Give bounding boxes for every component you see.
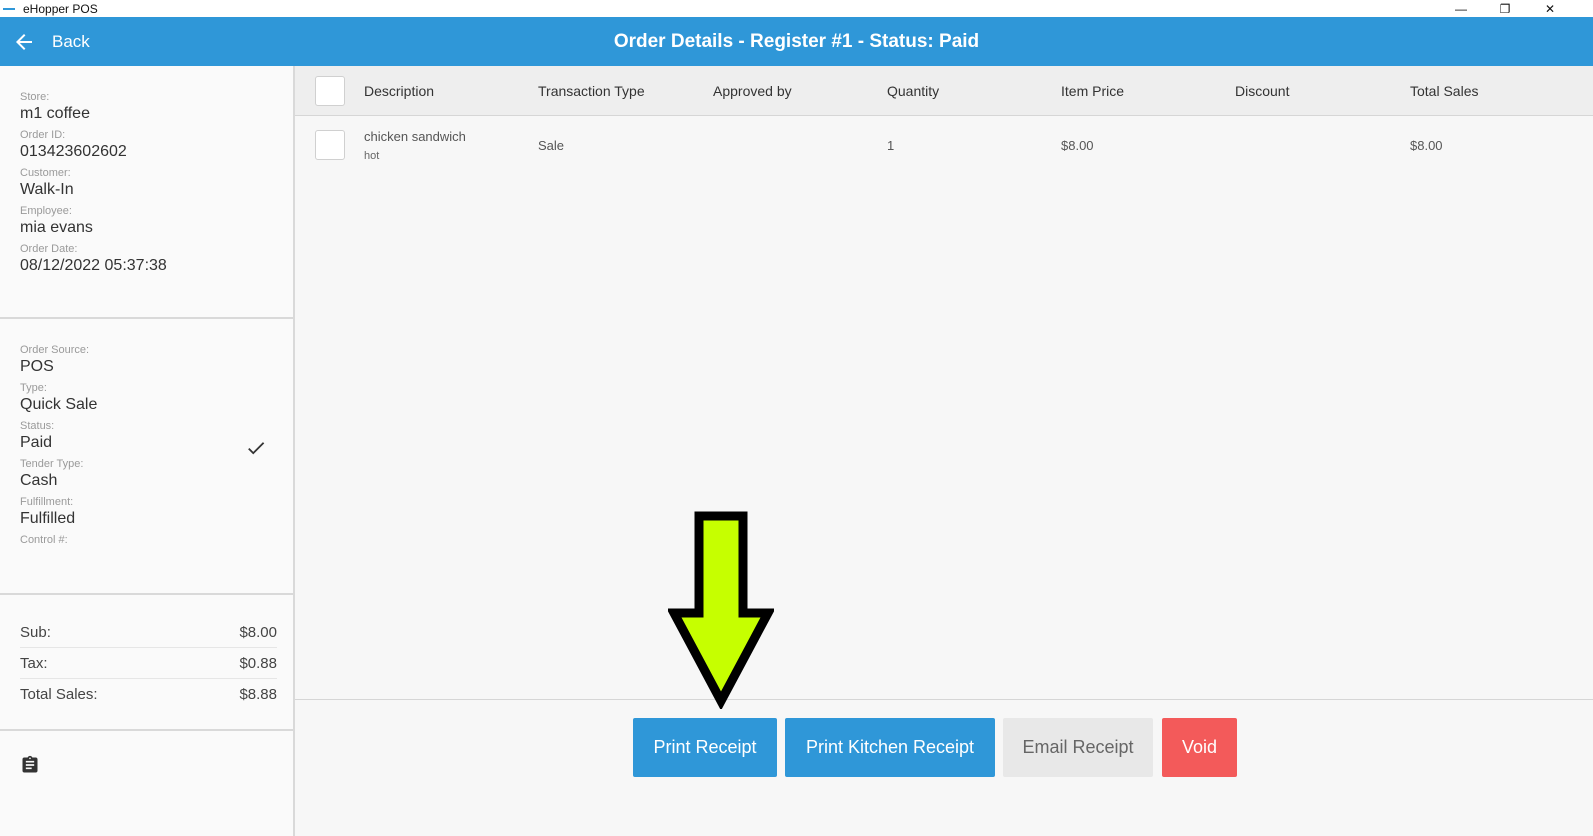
item-modifier: hot — [364, 150, 380, 162]
row-checkbox[interactable] — [315, 130, 345, 160]
column-header-item-price[interactable]: Item Price — [1061, 66, 1124, 116]
order-id-value: 013423602602 — [20, 143, 127, 160]
store-field: Store: m1 coffee — [20, 91, 273, 123]
employee-value: mia evans — [20, 219, 93, 236]
item-quantity: 1 — [887, 138, 895, 153]
type-value: Quick Sale — [20, 396, 98, 413]
column-header-description[interactable]: Description — [364, 66, 434, 116]
table-header: Description Transaction Type Approved by… — [295, 66, 1593, 116]
order-date-field: Order Date: 08/12/2022 05:37:38 — [20, 243, 273, 275]
page-title: Order Details - Register #1 - Status: Pa… — [613, 30, 980, 52]
print-kitchen-receipt-button[interactable]: Print Kitchen Receipt — [785, 718, 995, 777]
order-sidebar: Store: m1 coffee Order ID: 013423602602 … — [0, 66, 295, 836]
sidebar-divider — [0, 593, 295, 595]
employee-field: Employee: mia evans — [20, 205, 273, 237]
order-source-value: POS — [20, 358, 54, 375]
window-title: eHopper POS — [23, 1, 98, 16]
store-value: m1 coffee — [20, 105, 90, 122]
status-label: Status: — [20, 420, 55, 432]
type-field: Type: Quick Sale — [20, 382, 97, 414]
tax-value: $0.88 — [239, 654, 277, 672]
order-date-label: Order Date: — [20, 243, 78, 255]
app-icon — [3, 4, 17, 14]
back-button[interactable]: Back — [12, 17, 90, 66]
type-label: Type: — [20, 382, 47, 394]
fulfillment-field: Fulfillment: Fulfilled — [20, 496, 97, 528]
footer-divider — [295, 699, 1593, 700]
order-info-section: Store: m1 coffee Order ID: 013423602602 … — [0, 66, 293, 275]
os-title-bar: eHopper POS — ❐ ✕ — [0, 0, 1593, 17]
total-sales-label: Total Sales: — [20, 686, 98, 703]
order-meta-section: Order Source: POS Type: Quick Sale Statu… — [0, 319, 117, 553]
subtotal-value: $8.00 — [239, 623, 277, 641]
app-header: Back Order Details - Register #1 - Statu… — [0, 17, 1593, 66]
order-id-field: Order ID: 013423602602 — [20, 129, 273, 161]
column-header-total-sales[interactable]: Total Sales — [1410, 66, 1478, 116]
column-header-approved-by[interactable]: Approved by — [713, 66, 792, 116]
fulfillment-label: Fulfillment: — [20, 496, 74, 508]
clipboard-icon[interactable] — [20, 754, 40, 776]
status-value: Paid — [20, 434, 53, 451]
close-icon[interactable]: ✕ — [1527, 0, 1573, 17]
void-button[interactable]: Void — [1162, 718, 1237, 777]
maximize-icon[interactable]: ❐ — [1482, 0, 1528, 17]
column-header-quantity[interactable]: Quantity — [887, 66, 939, 116]
item-price: $8.00 — [1061, 138, 1094, 153]
subtotal-label: Sub: — [20, 623, 51, 641]
item-transaction-type: Sale — [538, 138, 565, 153]
tax-row: Tax: $0.88 — [20, 648, 277, 679]
total-sales-value: $8.88 — [239, 686, 277, 703]
customer-field: Customer: Walk-In — [20, 167, 273, 199]
item-total-sales: $8.00 — [1410, 138, 1443, 153]
fulfillment-value: Fulfilled — [20, 510, 76, 527]
total-sales-row: Total Sales: $8.88 — [20, 679, 277, 710]
subtotal-row: Sub: $8.00 — [20, 617, 277, 648]
control-number-field: Control #: — [20, 534, 97, 547]
tax-label: Tax: — [20, 654, 48, 672]
table-row[interactable]: chicken sandwich hot Sale 1 $8.00 $8.00 — [295, 117, 1593, 173]
control-number-label: Control #: — [20, 534, 68, 546]
customer-label: Customer: — [20, 167, 71, 179]
totals-section: Sub: $8.00 Tax: $0.88 Total Sales: $8.88 — [20, 617, 277, 710]
order-id-label: Order ID: — [20, 129, 66, 141]
print-receipt-button[interactable]: Print Receipt — [633, 718, 777, 777]
check-icon — [248, 442, 265, 455]
order-source-field: Order Source: POS — [20, 344, 97, 376]
tender-type-label: Tender Type: — [20, 458, 84, 470]
sidebar-divider — [0, 729, 295, 731]
order-date-value: 08/12/2022 05:37:38 — [20, 257, 167, 274]
customer-value: Walk-In — [20, 181, 74, 198]
select-all-checkbox[interactable] — [315, 76, 345, 106]
status-field: Status: Paid — [20, 420, 97, 452]
column-header-transaction-type[interactable]: Transaction Type — [538, 66, 645, 116]
tender-type-field: Tender Type: Cash — [20, 458, 97, 490]
email-receipt-button[interactable]: Email Receipt — [1003, 718, 1153, 777]
arrow-left-icon — [16, 33, 32, 50]
item-description: chicken sandwich — [364, 129, 466, 144]
annotation-arrow-icon — [668, 511, 774, 709]
column-header-discount[interactable]: Discount — [1235, 66, 1289, 116]
store-label: Store: — [20, 91, 50, 103]
back-label: Back — [52, 31, 90, 51]
minimize-icon[interactable]: — — [1438, 0, 1484, 17]
tender-type-value: Cash — [20, 472, 58, 489]
order-items-panel: Description Transaction Type Approved by… — [295, 66, 1593, 836]
employee-label: Employee: — [20, 205, 72, 217]
order-source-label: Order Source: — [20, 344, 90, 356]
